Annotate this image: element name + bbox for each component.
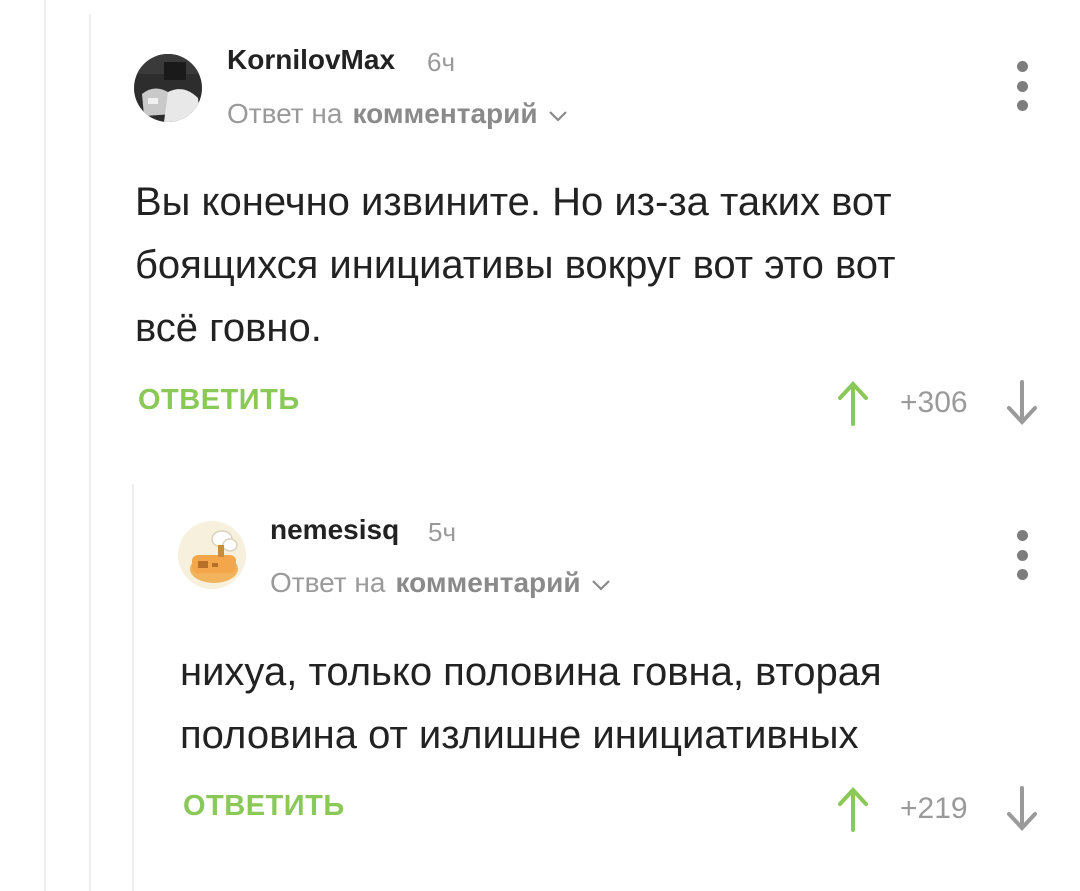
reply-to-info: Ответ на комментарий: [270, 567, 611, 599]
chevron-down-icon[interactable]: [591, 567, 611, 599]
rating-score: +219: [900, 792, 968, 825]
reply-button[interactable]: ОТВЕТИТЬ: [183, 790, 345, 823]
avatar[interactable]: [178, 521, 246, 589]
comment-time: 5ч: [428, 517, 457, 547]
avatar-image-icon: [178, 521, 246, 589]
reply-to-prefix: Ответ на: [270, 567, 386, 598]
reply-to-link[interactable]: комментарий: [395, 567, 580, 599]
comment-text-line: нихуа, только половина говна, вторая: [180, 650, 882, 694]
comment: nemesisq 5ч Ответ на комментарий нихуа, …: [0, 0, 1080, 891]
vertical-dots-icon[interactable]: [1010, 530, 1034, 580]
comment-author[interactable]: nemesisq: [270, 514, 399, 546]
arrow-down-icon[interactable]: [1005, 786, 1039, 837]
comment-text-line: половина от излишне инициативных: [180, 713, 859, 757]
arrow-up-icon[interactable]: [836, 786, 870, 837]
comment-text: нихуа, только половина говна, вторая пол…: [180, 641, 1040, 767]
